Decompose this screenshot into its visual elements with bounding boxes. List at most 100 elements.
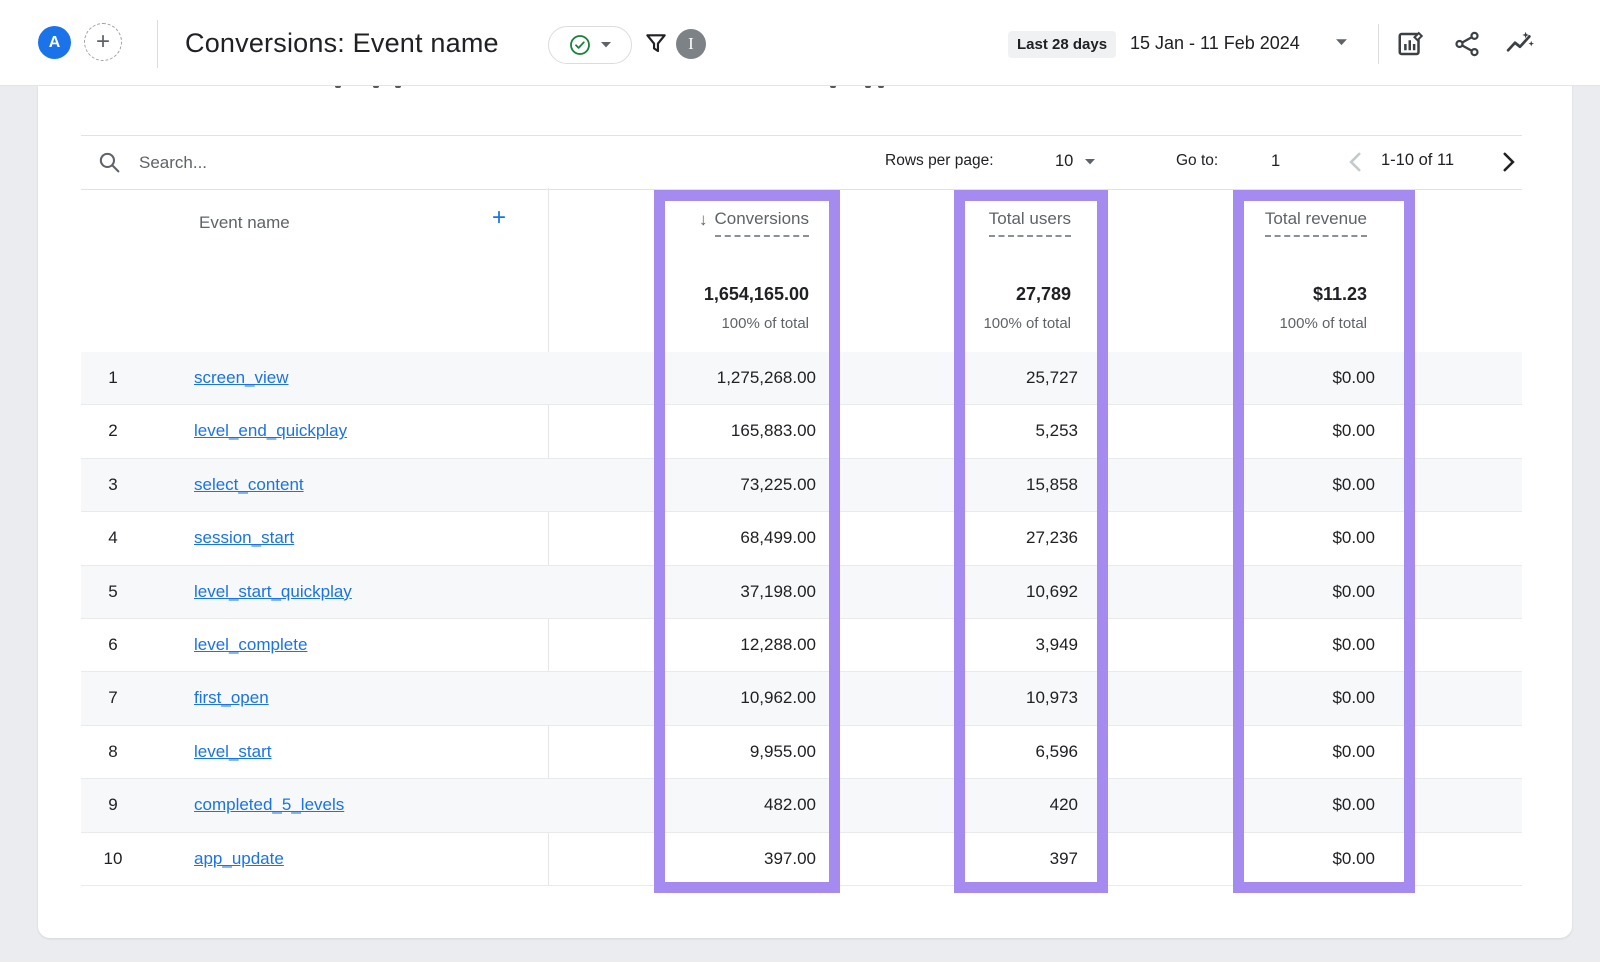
- total-users-share: 100% of total: [983, 315, 1071, 332]
- table-row: 9 completed_5_levels 482.00 420 $0.00: [81, 779, 1522, 832]
- table-row: 3 select_content 73,225.00 15,858 $0.00: [81, 459, 1522, 512]
- total-users-header-label: Total users: [989, 209, 1071, 237]
- total-users-value: 25,727: [1026, 352, 1078, 404]
- row-number: 3: [81, 459, 145, 511]
- share-icon[interactable]: [1452, 29, 1482, 59]
- table-row: 2 level_end_quickplay 165,883.00 5,253 $…: [81, 405, 1522, 458]
- event-name-link[interactable]: select_content: [194, 459, 304, 511]
- table-row: 1 screen_view 1,275,268.00 25,727 $0.00: [81, 352, 1522, 405]
- page-title: Conversions: Event name: [185, 28, 499, 59]
- total-revenue-value: $0.00: [1332, 459, 1375, 511]
- total-revenue-value: $0.00: [1332, 619, 1375, 671]
- date-range-selector[interactable]: 15 Jan - 11 Feb 2024: [1130, 33, 1300, 54]
- conversions-value: 68,499.00: [740, 512, 816, 564]
- event-name-link[interactable]: level_complete: [194, 619, 307, 671]
- table-row: 8 level_start 9,955.00 6,596 $0.00: [81, 726, 1522, 779]
- row-number: 9: [81, 779, 145, 831]
- sort-descending-icon: ↓: [699, 210, 708, 230]
- event-name-link[interactable]: level_start: [194, 726, 271, 778]
- total-users-value: 10,692: [1026, 566, 1078, 618]
- add-column-button[interactable]: +: [492, 204, 506, 232]
- filter-funnel-icon[interactable]: [643, 30, 669, 58]
- total-users-value: 10,973: [1026, 672, 1078, 724]
- insights-icon[interactable]: [1505, 29, 1535, 59]
- conversions-value: 165,883.00: [731, 405, 816, 457]
- event-name-link[interactable]: session_start: [194, 512, 294, 564]
- search-input[interactable]: [137, 148, 441, 178]
- next-page-chevron-icon[interactable]: [1495, 149, 1521, 175]
- total-revenue-value: $0.00: [1332, 352, 1375, 404]
- conversions-value: 10,962.00: [740, 672, 816, 724]
- date-preset-chip: Last 28 days: [1008, 31, 1116, 58]
- conversions-value: 12,288.00: [740, 619, 816, 671]
- table-toolbar: Rows per page: 10 Go to: 1 1-10 of 11: [81, 135, 1522, 190]
- total-users-value: 27,236: [1026, 512, 1078, 564]
- conversions-share: 100% of total: [721, 315, 809, 332]
- conversions-value: 397.00: [764, 833, 816, 885]
- add-comparison-button[interactable]: +: [84, 23, 122, 61]
- total-revenue-header-label: Total revenue: [1265, 209, 1367, 237]
- total-revenue-value: $0.00: [1332, 833, 1375, 885]
- event-name-link[interactable]: completed_5_levels: [194, 779, 344, 831]
- event-name-link[interactable]: first_open: [194, 672, 269, 724]
- event-name-column-header[interactable]: Event name: [199, 213, 290, 233]
- conversions-value: 73,225.00: [740, 459, 816, 511]
- conversions-column-header[interactable]: ↓ Conversions: [699, 209, 809, 237]
- total-users-value: 397: [1050, 833, 1078, 885]
- event-name-link[interactable]: app_update: [194, 833, 284, 885]
- conversions-header-label: Conversions: [715, 209, 810, 237]
- header-divider-2: [1378, 24, 1379, 64]
- table-rows: 1 screen_view 1,275,268.00 25,727 $0.00 …: [81, 352, 1522, 886]
- table-row: 5 level_start_quickplay 37,198.00 10,692…: [81, 566, 1522, 619]
- table-row: 4 session_start 68,499.00 27,236 $0.00: [81, 512, 1522, 565]
- go-to-label: Go to:: [1176, 152, 1218, 170]
- total-revenue-value: $0.00: [1332, 566, 1375, 618]
- total-revenue-column-header[interactable]: Total revenue: [1265, 209, 1367, 237]
- row-number: 2: [81, 405, 145, 457]
- total-revenue-value: $0.00: [1332, 512, 1375, 564]
- total-users-value: 15,858: [1026, 459, 1078, 511]
- conversions-total: 1,654,165.00: [704, 284, 809, 305]
- total-users-value: 5,253: [1035, 405, 1078, 457]
- total-users-column-header[interactable]: Total users: [989, 209, 1071, 237]
- rows-per-page-value[interactable]: 10: [1055, 152, 1073, 171]
- info-badge[interactable]: I: [676, 29, 706, 59]
- total-users-total: 27,789: [1016, 284, 1071, 305]
- previous-page-chevron-icon[interactable]: [1343, 149, 1369, 175]
- total-users-value: 6,596: [1035, 726, 1078, 778]
- row-number: 10: [81, 833, 145, 885]
- event-name-link[interactable]: level_start_quickplay: [194, 566, 352, 618]
- table-row: 7 first_open 10,962.00 10,973 $0.00: [81, 672, 1522, 725]
- table-row: 10 app_update 397.00 397 $0.00: [81, 833, 1522, 886]
- table-row: 6 level_complete 12,288.00 3,949 $0.00: [81, 619, 1522, 672]
- table-header: Event name + ↓ Conversions Total users T…: [81, 188, 1522, 353]
- row-number: 4: [81, 512, 145, 564]
- plus-icon: +: [96, 28, 110, 56]
- rows-per-page-label: Rows per page:: [885, 152, 994, 170]
- event-name-link[interactable]: level_end_quickplay: [194, 405, 347, 457]
- pagination-range: 1-10 of 11: [1381, 151, 1454, 170]
- search-icon: [97, 150, 122, 175]
- total-users-value: 420: [1050, 779, 1078, 831]
- conversions-value: 9,955.00: [750, 726, 816, 778]
- customize-report-icon[interactable]: [1396, 29, 1426, 59]
- rows-per-page-caret-icon[interactable]: [1084, 158, 1096, 166]
- total-revenue-value: $0.00: [1332, 779, 1375, 831]
- total-revenue-share: 100% of total: [1279, 315, 1367, 332]
- row-number: 7: [81, 672, 145, 724]
- report-table-card: Rows per page: 10 Go to: 1 1-10 of 11 Ev…: [38, 85, 1572, 938]
- data-quality-dropdown[interactable]: [548, 26, 632, 64]
- row-number: 1: [81, 352, 145, 404]
- app-header: A + Conversions: Event name I Last 28 da…: [0, 0, 1600, 86]
- event-name-link[interactable]: screen_view: [194, 352, 289, 404]
- account-avatar[interactable]: A: [38, 26, 71, 59]
- total-revenue-value: $0.00: [1332, 726, 1375, 778]
- header-divider: [157, 20, 158, 68]
- total-revenue-total: $11.23: [1313, 284, 1367, 305]
- check-circle-icon: [568, 33, 592, 57]
- conversions-value: 37,198.00: [740, 566, 816, 618]
- row-number: 8: [81, 726, 145, 778]
- go-to-page-field[interactable]: 1: [1271, 152, 1280, 171]
- total-revenue-value: $0.00: [1332, 405, 1375, 457]
- date-caret-icon[interactable]: [1335, 38, 1348, 47]
